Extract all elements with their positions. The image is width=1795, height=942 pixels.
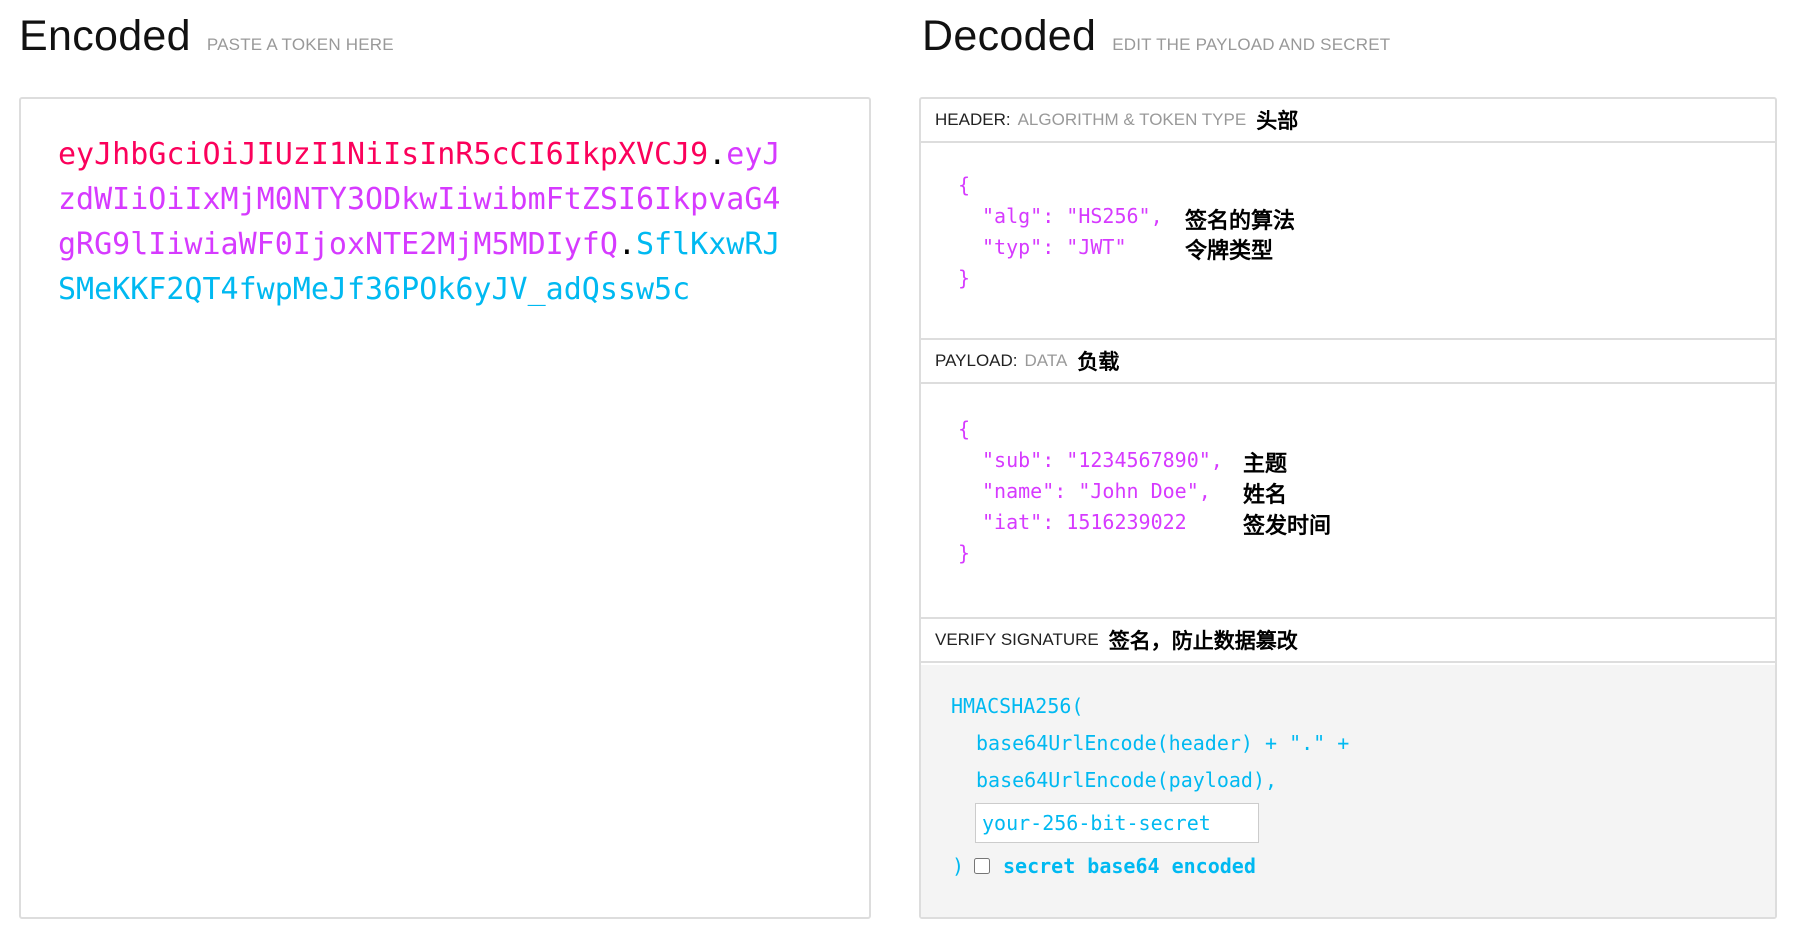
- secret-base64-label[interactable]: secret base64 encoded: [1003, 851, 1256, 882]
- hmac-close-paren: ): [952, 854, 965, 878]
- encoded-title: Encoded: [19, 12, 191, 60]
- encoded-heading: Encoded PASTE A TOKEN HERE: [19, 12, 394, 61]
- header-close-brace: }: [958, 266, 971, 290]
- payload-json-editor[interactable]: { "sub": "1234567890", "name": "John Doe…: [921, 384, 1775, 617]
- decoded-heading: Decoded EDIT THE PAYLOAD AND SECRET: [922, 12, 1390, 61]
- hmac-func-line: HMACSHA256(: [951, 694, 1084, 718]
- sub-annotation: 主题: [1243, 451, 1288, 476]
- typ-annotation: 令牌类型: [1185, 238, 1274, 263]
- alg-annotation: 签名的算法: [1185, 208, 1296, 233]
- decoded-subtitle: EDIT THE PAYLOAD AND SECRET: [1112, 35, 1391, 54]
- signature-cn-label: 签名，防止数据篡改: [1108, 630, 1298, 653]
- header-json-editor[interactable]: { "alg": "HS256", "typ": "JWT" } 签名的算法 令…: [921, 143, 1775, 338]
- token-dot: .: [617, 227, 636, 262]
- header-typ-line: "typ": "JWT": [982, 235, 1127, 259]
- payload-section-title: PAYLOAD: DATA 负载: [921, 340, 1775, 384]
- token-dot: .: [708, 137, 727, 172]
- decoded-panel: HEADER: ALGORITHM & TOKEN TYPE 头部 { "alg…: [919, 97, 1777, 919]
- signature-section-title: VERIFY SIGNATURE 签名，防止数据篡改: [921, 619, 1775, 663]
- payload-iat-line: "iat": 1516239022: [982, 510, 1187, 534]
- header-alg-line: "alg": "HS256",: [982, 204, 1163, 228]
- header-label: HEADER:: [935, 110, 1011, 129]
- payload-name-line: "name": "John Doe",: [982, 479, 1211, 503]
- hmac-payload-line: base64UrlEncode(payload),: [976, 768, 1278, 792]
- header-sublabel: ALGORITHM & TOKEN TYPE: [1017, 110, 1247, 129]
- secret-base64-checkbox[interactable]: [974, 858, 990, 874]
- token-text[interactable]: eyJhbGciOiJIUzI1NiIsInR5cCI6IkpXVCJ9.eyJ…: [58, 132, 798, 312]
- payload-cn-label: 负载: [1077, 351, 1120, 374]
- token-header-part: eyJhbGciOiJIUzI1NiIsInR5cCI6IkpXVCJ9: [58, 137, 709, 172]
- payload-open-brace: {: [958, 417, 971, 441]
- payload-label: PAYLOAD:: [935, 351, 1018, 370]
- hmac-header-line: base64UrlEncode(header) + "." +: [976, 731, 1350, 755]
- signature-verify-area: HMACSHA256( base64UrlEncode(header) + ".…: [921, 665, 1775, 917]
- decoded-title: Decoded: [922, 12, 1097, 60]
- payload-sublabel: DATA: [1024, 351, 1068, 370]
- header-section-title: HEADER: ALGORITHM & TOKEN TYPE 头部: [921, 99, 1775, 143]
- iat-annotation: 签发时间: [1243, 513, 1332, 538]
- header-open-brace: {: [958, 173, 971, 197]
- secret-input[interactable]: [975, 803, 1259, 843]
- encoded-subtitle: PASTE A TOKEN HERE: [206, 35, 394, 54]
- header-cn-label: 头部: [1256, 110, 1299, 133]
- signature-label: VERIFY SIGNATURE: [935, 630, 1099, 649]
- payload-sub-line: "sub": "1234567890",: [982, 448, 1223, 472]
- encoded-token-editor[interactable]: eyJhbGciOiJIUzI1NiIsInR5cCI6IkpXVCJ9.eyJ…: [19, 97, 871, 919]
- payload-close-brace: }: [958, 541, 971, 565]
- name-annotation: 姓名: [1243, 482, 1288, 507]
